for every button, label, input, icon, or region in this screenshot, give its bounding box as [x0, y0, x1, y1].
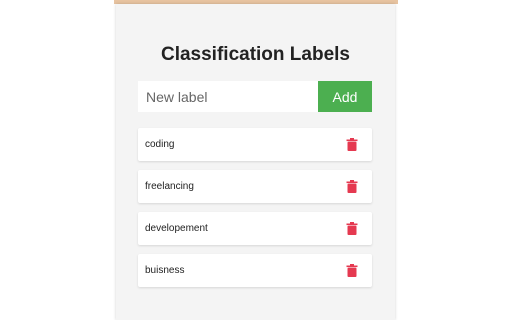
labels-panel: Classification Labels Add coding freelan… — [116, 4, 395, 320]
label-item-buisness: buisness — [138, 254, 372, 287]
trash-icon[interactable] — [346, 180, 358, 193]
add-label-form: Add — [138, 81, 372, 112]
label-item-developement: developement — [138, 212, 372, 245]
new-label-input[interactable] — [138, 81, 318, 112]
trash-icon[interactable] — [346, 138, 358, 151]
label-item-freelancing: freelancing — [138, 170, 372, 203]
page-title: Classification Labels — [160, 44, 350, 65]
add-button[interactable]: Add — [318, 81, 372, 112]
label-text: coding — [145, 139, 175, 150]
label-text: freelancing — [145, 181, 194, 192]
label-item-coding: coding — [138, 128, 372, 161]
label-text: developement — [145, 223, 208, 234]
trash-icon[interactable] — [346, 222, 358, 235]
trash-icon[interactable] — [346, 264, 358, 277]
labels-list: coding freelancing developement buisness — [138, 128, 372, 296]
label-text: buisness — [145, 265, 185, 276]
